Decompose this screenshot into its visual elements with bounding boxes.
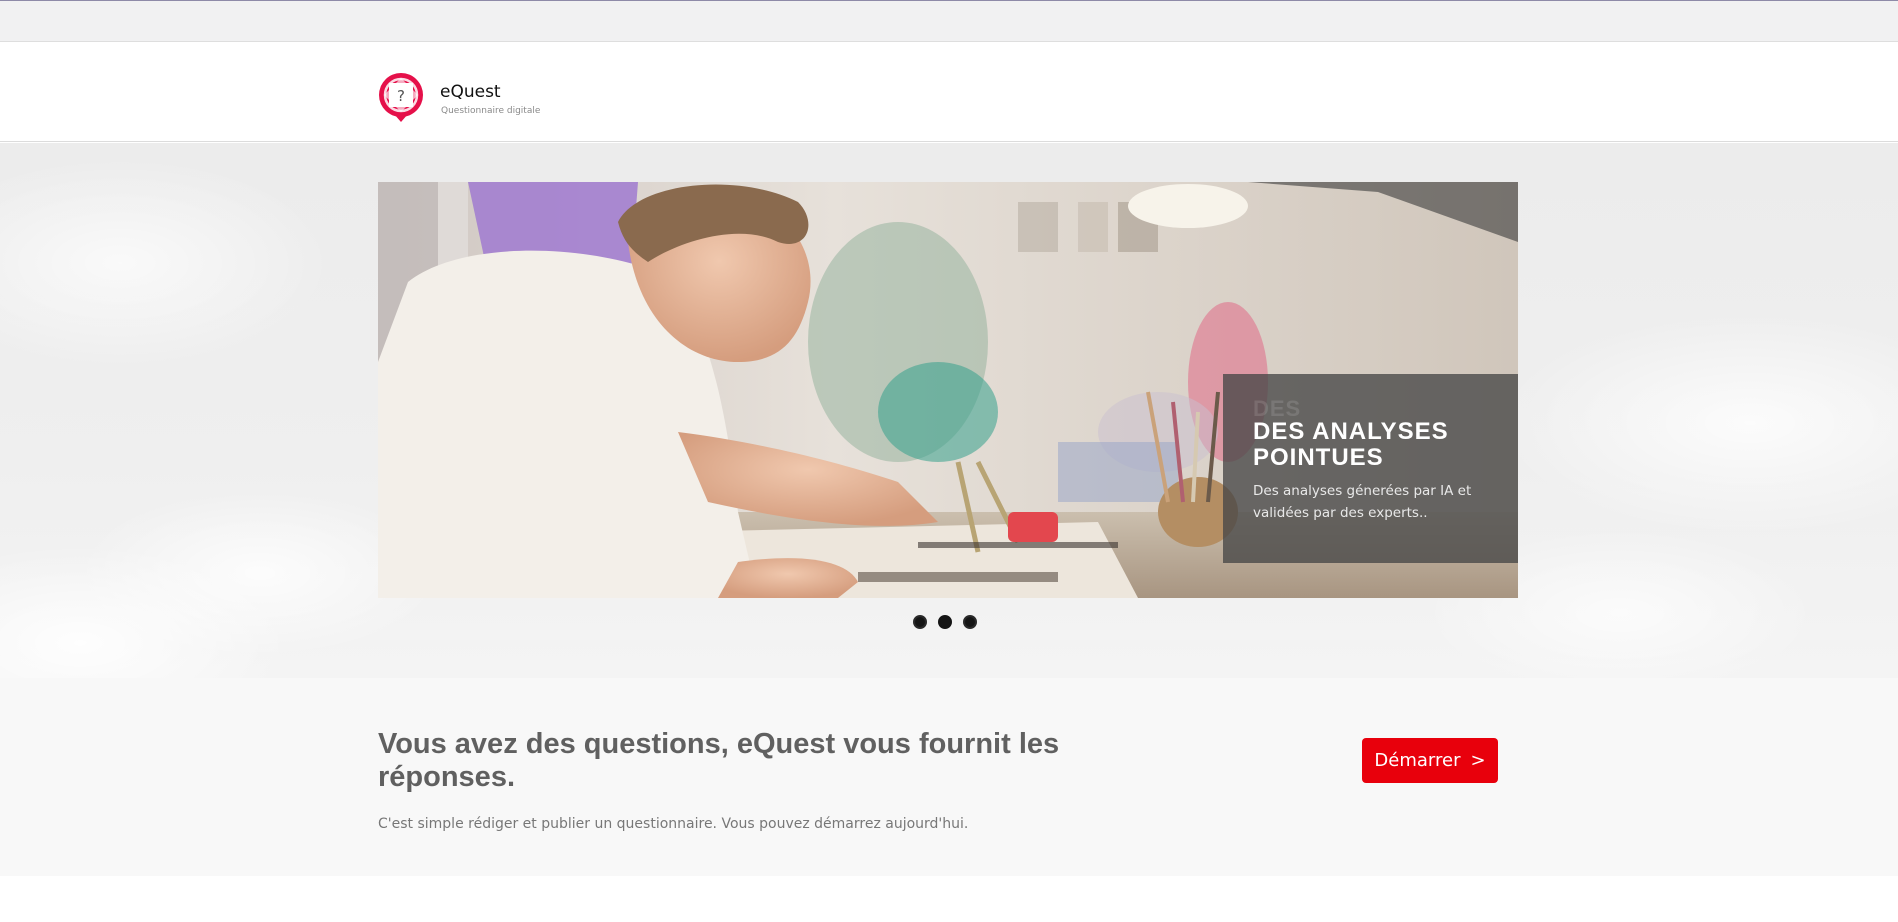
cta-heading: Vous avez des questions, eQuest vous fou… (378, 728, 1060, 793)
chevron-right-icon: > (1470, 750, 1486, 771)
start-button-label: Démarrer (1374, 750, 1461, 771)
slide-caption: DES DES ANALYSES POINTUES Des analyses g… (1223, 374, 1518, 563)
start-button[interactable]: Démarrer > (1362, 738, 1498, 783)
carousel-slide[interactable]: DES DES ANALYSES POINTUES Des analyses g… (378, 182, 1518, 598)
question-badge-icon[interactable]: ? (378, 72, 424, 122)
logo-mark: ? (397, 87, 405, 105)
carousel-indicator-2[interactable] (938, 615, 952, 629)
cta-subtitle: C'est simple rédiger et publier un quest… (378, 816, 969, 832)
page-bottom (0, 876, 1898, 922)
cta-section: Vous avez des questions, eQuest vous fou… (0, 678, 1898, 876)
carousel-indicator-1[interactable] (913, 615, 927, 629)
browser-top-bar (0, 0, 1898, 42)
logo-svg: ? (379, 73, 423, 122)
site-header: ? eQuest Questionnaire digitale (0, 42, 1898, 142)
caption-text: Des analyses génerées par IA et validées… (1253, 483, 1472, 521)
brand-tagline: Questionnaire digitale (441, 106, 541, 116)
caption-title: DES ANALYSES POINTUES (1253, 418, 1449, 471)
carousel-indicator-3[interactable] (963, 615, 977, 629)
brand-name[interactable]: eQuest (440, 82, 501, 102)
